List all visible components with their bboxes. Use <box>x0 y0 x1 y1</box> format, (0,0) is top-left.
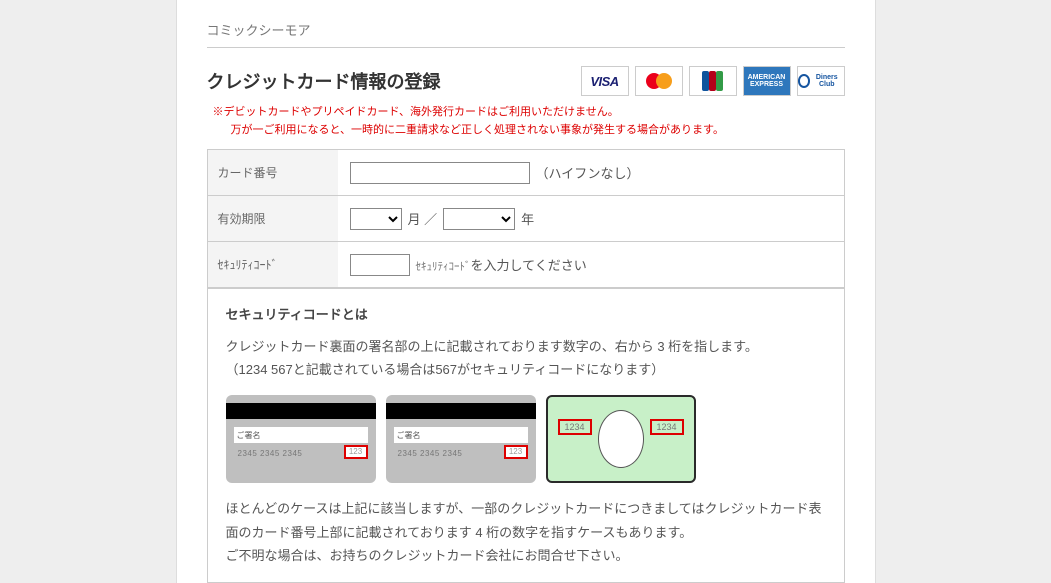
card-number-label: カード番号 <box>208 150 338 195</box>
security-code-cell: ｾｷｭﾘﾃｨｺｰﾄﾞを入力してください <box>338 242 844 287</box>
card-number-cell: （ハイフンなし） <box>338 150 844 195</box>
security-code-label: ｾｷｭﾘﾃｨｺｰﾄﾞ <box>208 242 338 287</box>
info-note: ほとんどのケースは上記に該当しますが、一部のクレジットカードにつきましてはクレジ… <box>226 497 826 544</box>
security-code-info: セキュリティコードとは クレジットカード裏面の署名部の上に記載されております数字… <box>207 288 845 582</box>
cvv-4digit-mark-icon: 1234 <box>650 419 684 435</box>
expiry-cell: 月 ／ 年 <box>338 196 844 241</box>
amex-logo-icon: AMERICAN EXPRESS <box>743 66 791 96</box>
warning-line-2: 万が一ご利用になると、一時的に二重請求など正しく処理されない事象が発生する場合が… <box>213 122 845 140</box>
header-row: クレジットカード情報の登録 VISA AMERICAN EXPRESS Dine… <box>207 66 845 96</box>
expiry-label: 有効期限 <box>208 196 338 241</box>
diners-logo-icon: Diners Club <box>797 66 845 96</box>
warning-text: ※デビットカードやプリペイドカード、海外発行カードはご利用いただけません。 万が… <box>213 104 845 139</box>
security-code-row: ｾｷｭﾘﾃｨｺｰﾄﾞ ｾｷｭﾘﾃｨｺｰﾄﾞを入力してください <box>208 242 844 288</box>
expiry-month-suffix: 月 ／ <box>408 209 438 228</box>
card-brand-logos: VISA AMERICAN EXPRESS Diners Club <box>581 66 845 96</box>
site-name: コミックシーモア <box>207 20 845 48</box>
expiry-row: 有効期限 月 ／ 年 <box>208 196 844 242</box>
card-form: カード番号 （ハイフンなし） 有効期限 月 ／ 年 ｾｷｭﾘﾃｨｺｰﾄﾞ ｾｷｭ… <box>207 149 845 288</box>
page-title: クレジットカード情報の登録 <box>207 68 441 94</box>
card-number-hint: （ハイフンなし） <box>536 163 640 182</box>
expiry-year-select[interactable] <box>443 208 515 230</box>
cvv-4digit-mark-icon: 1234 <box>558 419 592 435</box>
mastercard-logo-icon <box>635 66 683 96</box>
card-back-diagram-2: ご署名 2345 2345 2345 123 <box>386 395 536 483</box>
expiry-month-select[interactable] <box>350 208 402 230</box>
info-note-2: ご不明な場合は、お持ちのクレジットカード会社にお問合せ下さい。 <box>226 544 826 567</box>
security-code-hint: ｾｷｭﾘﾃｨｺｰﾄﾞを入力してください <box>416 255 587 274</box>
info-example: （1234 567と記載されている場合は567がセキュリティコードになります） <box>226 358 826 381</box>
card-number-input[interactable] <box>350 162 530 184</box>
cvv-3digit-mark-icon: 123 <box>504 445 528 459</box>
card-diagrams: ご署名 2345 2345 2345 123 ご署名 2345 2345 234… <box>226 395 826 483</box>
info-title: セキュリティコードとは <box>226 303 826 326</box>
page-container: コミックシーモア クレジットカード情報の登録 VISA AMERICAN EXP… <box>176 0 876 583</box>
jcb-logo-icon <box>689 66 737 96</box>
card-front-diagram: 1234 1234 <box>546 395 696 483</box>
info-desc: クレジットカード裏面の署名部の上に記載されております数字の、右から 3 桁を指し… <box>226 335 826 358</box>
cvv-3digit-mark-icon: 123 <box>344 445 368 459</box>
security-code-input[interactable] <box>350 254 410 276</box>
expiry-year-suffix: 年 <box>521 209 534 228</box>
visa-logo-icon: VISA <box>581 66 629 96</box>
card-back-diagram-1: ご署名 2345 2345 2345 123 <box>226 395 376 483</box>
warning-line-1: ※デビットカードやプリペイドカード、海外発行カードはご利用いただけません。 <box>213 104 845 122</box>
card-number-row: カード番号 （ハイフンなし） <box>208 150 844 196</box>
